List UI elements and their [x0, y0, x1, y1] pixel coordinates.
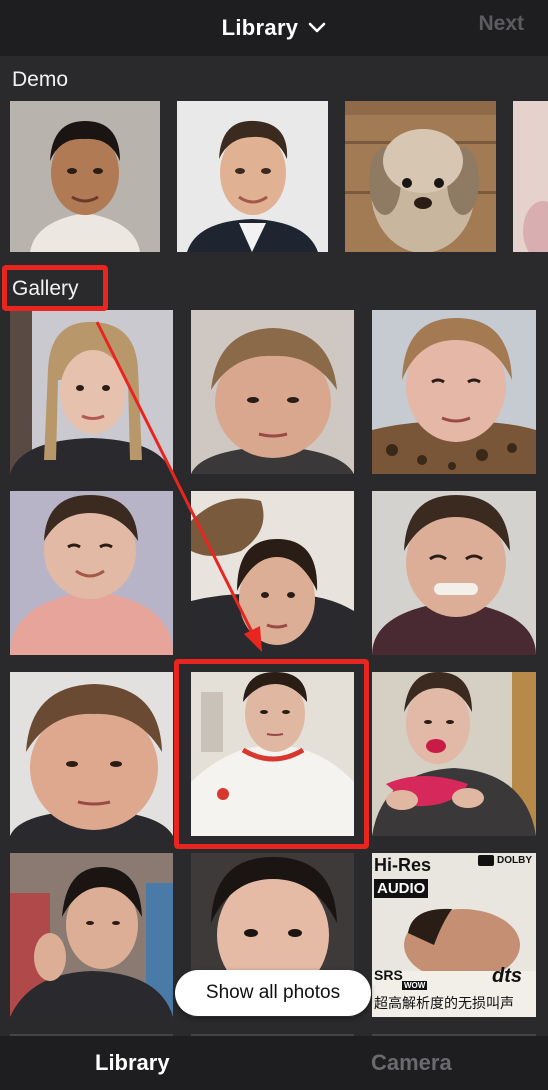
- dts-label: dts: [492, 965, 522, 987]
- gallery-photo-4[interactable]: [10, 491, 173, 655]
- gallery-photo-5[interactable]: [191, 491, 354, 655]
- gallery-photo-6[interactable]: [372, 491, 536, 655]
- demo-photo-man-2[interactable]: [177, 101, 328, 252]
- tab-camera[interactable]: Camera: [371, 1050, 452, 1076]
- dolby-label: DOLBY: [497, 855, 532, 866]
- dolby-logo: DOLBY: [478, 855, 532, 866]
- wow-label: WOW: [402, 981, 428, 990]
- library-title: Library: [221, 15, 299, 40]
- gallery-photo-3[interactable]: [372, 310, 536, 474]
- hires-label: Hi-Res: [374, 855, 432, 875]
- gallery-photo-10[interactable]: [10, 853, 173, 1017]
- demo-section-label: Demo: [12, 68, 69, 91]
- audio-label: AUDIO: [374, 879, 429, 898]
- srs-label: SRS: [374, 967, 403, 983]
- demo-photo-man-1[interactable]: [10, 101, 160, 252]
- tab-library[interactable]: Library: [95, 1050, 170, 1076]
- gallery-photo-9[interactable]: [372, 672, 536, 836]
- gallery-section-label: Gallery: [12, 277, 79, 300]
- bottom-tab-bar: [0, 1036, 548, 1090]
- show-all-photos-button[interactable]: Show all photos: [175, 970, 371, 1016]
- demo-photo-partial[interactable]: [513, 101, 548, 252]
- gallery-photo-12-video[interactable]: Hi-Res AUDIO DOLBY SRS WOW dts 超高解析度的无损叫…: [372, 853, 536, 1017]
- gallery-photo-2[interactable]: [191, 310, 354, 474]
- gallery-photo-7[interactable]: [10, 672, 173, 836]
- video-caption: 超高解析度的无损叫声: [374, 995, 514, 1011]
- demo-photo-dog[interactable]: [345, 101, 496, 252]
- dolby-icon: [478, 855, 494, 866]
- next-button[interactable]: Next: [478, 12, 524, 36]
- gallery-photo-8[interactable]: [191, 672, 354, 836]
- chevron-down-icon: [309, 22, 326, 33]
- library-dropdown[interactable]: Library: [0, 0, 548, 56]
- gallery-photo-1[interactable]: [10, 310, 173, 474]
